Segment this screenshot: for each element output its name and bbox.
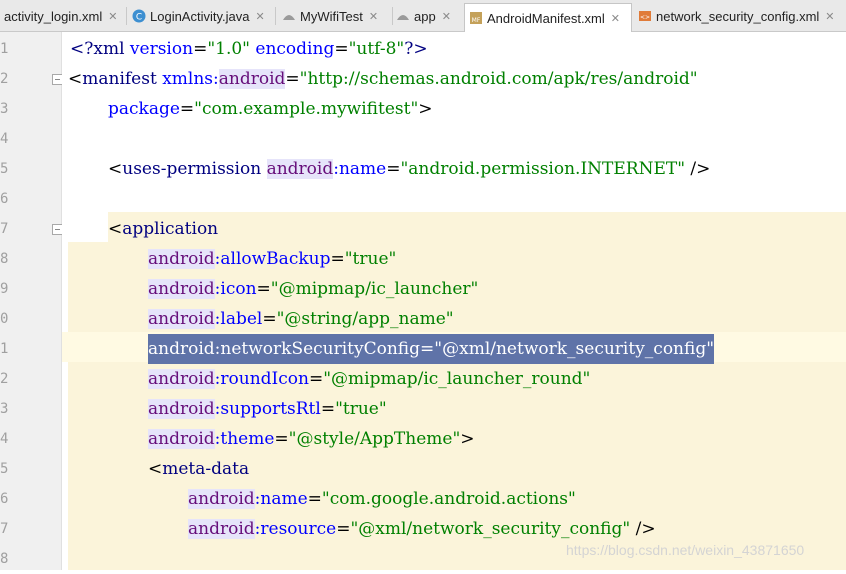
- close-icon[interactable]: ✕: [369, 10, 378, 23]
- tab-label: app: [414, 8, 436, 24]
- tab-separator: [392, 7, 393, 25]
- code-line-10: android:label="@string/app_name": [148, 309, 454, 329]
- code-line-5: <uses-permission android:name="android.p…: [108, 159, 711, 179]
- code-line-14: android:theme="@style/AppTheme">: [148, 429, 475, 449]
- tab-activity-login-xml[interactable]: activity_login.xml ✕: [0, 3, 124, 29]
- tab-android-manifest-xml[interactable]: MF AndroidManifest.xml ✕: [464, 3, 632, 32]
- line-number: 7: [0, 221, 9, 237]
- line-number: 6: [0, 191, 9, 207]
- code-line-2: <manifest xmlns:android="http://schemas.…: [68, 69, 698, 89]
- svg-text:C: C: [136, 13, 142, 23]
- code-line-12: android:roundIcon="@mipmap/ic_launcher_r…: [148, 369, 591, 389]
- line-number: 0: [0, 311, 9, 327]
- close-icon[interactable]: ✕: [825, 10, 834, 23]
- code-line-1: <?xml version="1.0" encoding="utf-8"?>: [70, 39, 428, 59]
- android-icon: [397, 15, 409, 20]
- line-number: 1: [0, 341, 9, 357]
- line-number: 8: [0, 251, 9, 267]
- line-number: 5: [0, 461, 9, 477]
- tab-app[interactable]: app ✕: [396, 3, 460, 29]
- close-icon[interactable]: ✕: [255, 10, 264, 23]
- manifest-file-icon: MF: [470, 12, 482, 24]
- svg-text:MF: MF: [472, 17, 481, 24]
- svg-text:<>: <>: [640, 14, 650, 21]
- line-number: 6: [0, 491, 9, 507]
- editor-tab-bar: activity_login.xml ✕ C LoginActivity.jav…: [0, 0, 846, 32]
- tab-login-activity-java[interactable]: C LoginActivity.java ✕: [132, 3, 272, 29]
- line-number: 2: [0, 71, 9, 87]
- close-icon[interactable]: ✕: [611, 12, 620, 25]
- code-line-8: android:allowBackup="true": [148, 249, 397, 269]
- close-icon[interactable]: ✕: [442, 10, 451, 23]
- selected-code-line-11[interactable]: android:networkSecurityConfig="@xml/netw…: [148, 334, 715, 364]
- code-line-13: android:supportsRtl="true": [148, 399, 387, 419]
- line-number: 5: [0, 161, 9, 177]
- close-icon[interactable]: ✕: [108, 10, 117, 23]
- code-line-17: android:resource="@xml/network_security_…: [188, 519, 656, 539]
- tab-label: activity_login.xml: [4, 8, 103, 24]
- line-number: 4: [0, 131, 9, 147]
- xml-file-icon: <>: [639, 11, 651, 21]
- code-line-7: <application: [108, 219, 219, 239]
- line-number: 2: [0, 371, 9, 387]
- line-number: 9: [0, 281, 9, 297]
- tab-network-security-config-xml[interactable]: <> network_security_config.xml ✕: [638, 3, 846, 29]
- line-number: 3: [0, 401, 9, 417]
- line-number-gutter[interactable]: 1 2 3 4 5 6 7 8 9 0 1 2 3 4 5 6 7 8: [0, 32, 63, 570]
- tab-label: MyWifiTest: [300, 8, 363, 24]
- java-class-icon: C: [132, 9, 146, 23]
- line-number: 4: [0, 431, 9, 447]
- line-number: 1: [0, 41, 9, 57]
- tab-separator: [126, 7, 127, 25]
- tab-separator: [275, 7, 276, 25]
- tab-mywifitest[interactable]: MyWifiTest ✕: [282, 3, 392, 29]
- code-line-15: <meta-data: [148, 459, 250, 479]
- watermark-text: https://blog.csdn.net/weixin_43871650: [566, 542, 805, 558]
- code-editor[interactable]: <?xml version="1.0" encoding="utf-8"?> <…: [62, 32, 846, 570]
- code-line-9: android:icon="@mipmap/ic_launcher": [148, 279, 479, 299]
- code-line-16: android:name="com.google.android.actions…: [188, 489, 576, 509]
- tab-label: LoginActivity.java: [150, 8, 250, 24]
- line-number: 3: [0, 101, 9, 117]
- tab-label: AndroidManifest.xml: [487, 10, 605, 26]
- line-number: 7: [0, 521, 9, 537]
- tab-label: network_security_config.xml: [656, 8, 820, 24]
- android-icon: [283, 15, 295, 20]
- code-line-3: package="com.example.mywifitest">: [108, 99, 433, 119]
